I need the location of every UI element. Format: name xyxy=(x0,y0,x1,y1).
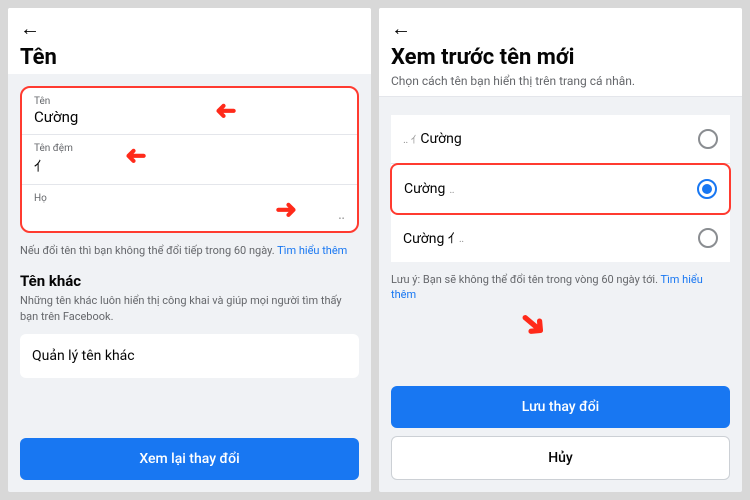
name-change-note: Lưu ý: Bạn sẽ không thể đổi tên trong vò… xyxy=(391,272,730,303)
name-change-hint: Nếu đổi tên thì bạn không thể đổi tiếp t… xyxy=(20,243,359,258)
back-arrow-icon[interactable]: ← xyxy=(391,16,411,41)
radio-icon xyxy=(698,228,718,248)
footer: Lưu thay đổi Hủy xyxy=(379,374,742,492)
last-name-label: Họ xyxy=(34,193,345,204)
header: ← Tên xyxy=(8,8,371,74)
back-arrow-icon[interactable]: ← xyxy=(20,16,40,41)
last-name-value: ‥ xyxy=(34,205,345,223)
middle-name-field[interactable]: Tên đệm ｲ ➜ xyxy=(22,135,357,185)
name-options-list: ‥ ｲ Cường Cường ‥ Cường ｲ ‥ xyxy=(391,115,730,262)
option-label: Cường ‥ xyxy=(404,181,455,197)
first-name-field[interactable]: Tên Cường ➜ xyxy=(22,88,357,135)
content: Tên Cường ➜ Tên đệm ｲ ➜ Họ ‥ ➜ Nếu đổi t… xyxy=(8,74,371,426)
middle-name-value: ｲ xyxy=(34,155,345,176)
content: ‥ ｲ Cường Cường ‥ Cường ｲ ‥ xyxy=(379,97,742,374)
name-option-2[interactable]: Cường ‥ xyxy=(390,163,731,215)
review-changes-button[interactable]: Xem lại thay đổi xyxy=(20,438,359,480)
cancel-button[interactable]: Hủy xyxy=(391,436,730,480)
last-name-field[interactable]: Họ ‥ ➜ xyxy=(22,185,357,231)
other-names-desc: Những tên khác luôn hiển thị công khai v… xyxy=(20,293,359,324)
annotation-arrow-icon: ➜ xyxy=(509,300,557,349)
footer: Xem lại thay đổi xyxy=(8,426,371,492)
name-option-3[interactable]: Cường ｲ ‥ xyxy=(391,214,730,262)
screen-edit-name: ← Tên Tên Cường ➜ Tên đệm ｲ ➜ Họ ‥ ➜ Nếu… xyxy=(8,8,371,492)
first-name-label: Tên xyxy=(34,96,345,107)
page-title: Tên xyxy=(20,45,359,70)
option-label: ‥ ｲ Cường xyxy=(403,131,462,147)
first-name-value: Cường xyxy=(34,108,345,126)
screen-preview-name: ← Xem trước tên mới Chọn cách tên bạn hi… xyxy=(379,8,742,492)
radio-icon xyxy=(697,179,717,199)
option-label: Cường ｲ ‥ xyxy=(403,228,464,248)
name-fields-card: Tên Cường ➜ Tên đệm ｲ ➜ Họ ‥ ➜ xyxy=(20,86,359,233)
name-option-1[interactable]: ‥ ｲ Cường xyxy=(391,115,730,164)
learn-more-link[interactable]: Tìm hiểu thêm xyxy=(277,244,347,257)
save-changes-button[interactable]: Lưu thay đổi xyxy=(391,386,730,428)
manage-other-names-button[interactable]: Quản lý tên khác xyxy=(20,334,359,378)
page-title: Xem trước tên mới xyxy=(391,45,730,70)
other-names-title: Tên khác xyxy=(20,272,359,290)
header: ← Xem trước tên mới Chọn cách tên bạn hi… xyxy=(379,8,742,97)
radio-icon xyxy=(698,129,718,149)
page-subtitle: Chọn cách tên bạn hiển thị trên trang cá… xyxy=(391,74,730,88)
middle-name-label: Tên đệm xyxy=(34,143,345,154)
